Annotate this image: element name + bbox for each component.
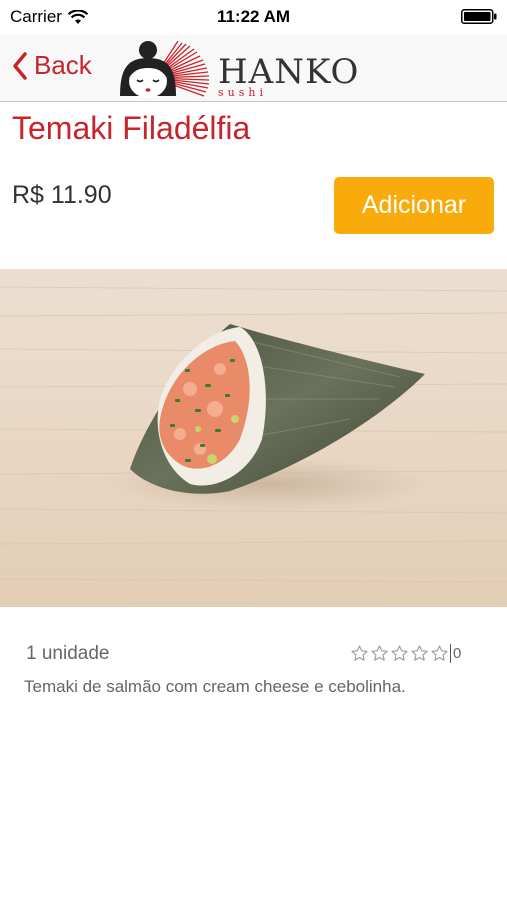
battery-icon <box>461 9 497 24</box>
hanko-logo: HANKO sushi <box>118 38 398 100</box>
rating: 0 <box>350 644 461 663</box>
product-image <box>0 269 507 607</box>
product-unit: 1 unidade <box>26 643 110 664</box>
geisha-logo-icon <box>120 40 210 98</box>
product-price: R$ 11.90 <box>12 181 112 209</box>
star-outline-icon <box>411 645 428 661</box>
rating-count: 0 <box>453 645 462 662</box>
chevron-left-icon <box>13 51 27 80</box>
star-outline-icon <box>351 645 368 661</box>
status-bar: Carrier 11:22 AM <box>0 0 507 34</box>
product-title: Temaki Filadélfia <box>12 110 251 146</box>
add-to-cart-button[interactable]: Adicionar <box>334 177 494 234</box>
status-time: 11:22 AM <box>216 7 291 26</box>
star-outline-icon <box>391 645 408 661</box>
product-description: Temaki de salmão com cream cheese e cebo… <box>24 677 406 696</box>
navigation-bar: Back HANKO sushi <box>0 34 507 102</box>
star-outline-icon <box>371 645 388 661</box>
temaki-photo <box>0 269 507 607</box>
product-info: 1 unidade 0 Temaki de salmão com cream c… <box>0 607 507 717</box>
back-label: Back <box>34 50 92 80</box>
rating-stars[interactable] <box>350 644 449 663</box>
star-outline-icon <box>431 645 448 661</box>
rating-divider <box>450 644 451 663</box>
back-button[interactable]: Back <box>12 50 92 81</box>
brand-subtitle: sushi <box>218 86 267 99</box>
